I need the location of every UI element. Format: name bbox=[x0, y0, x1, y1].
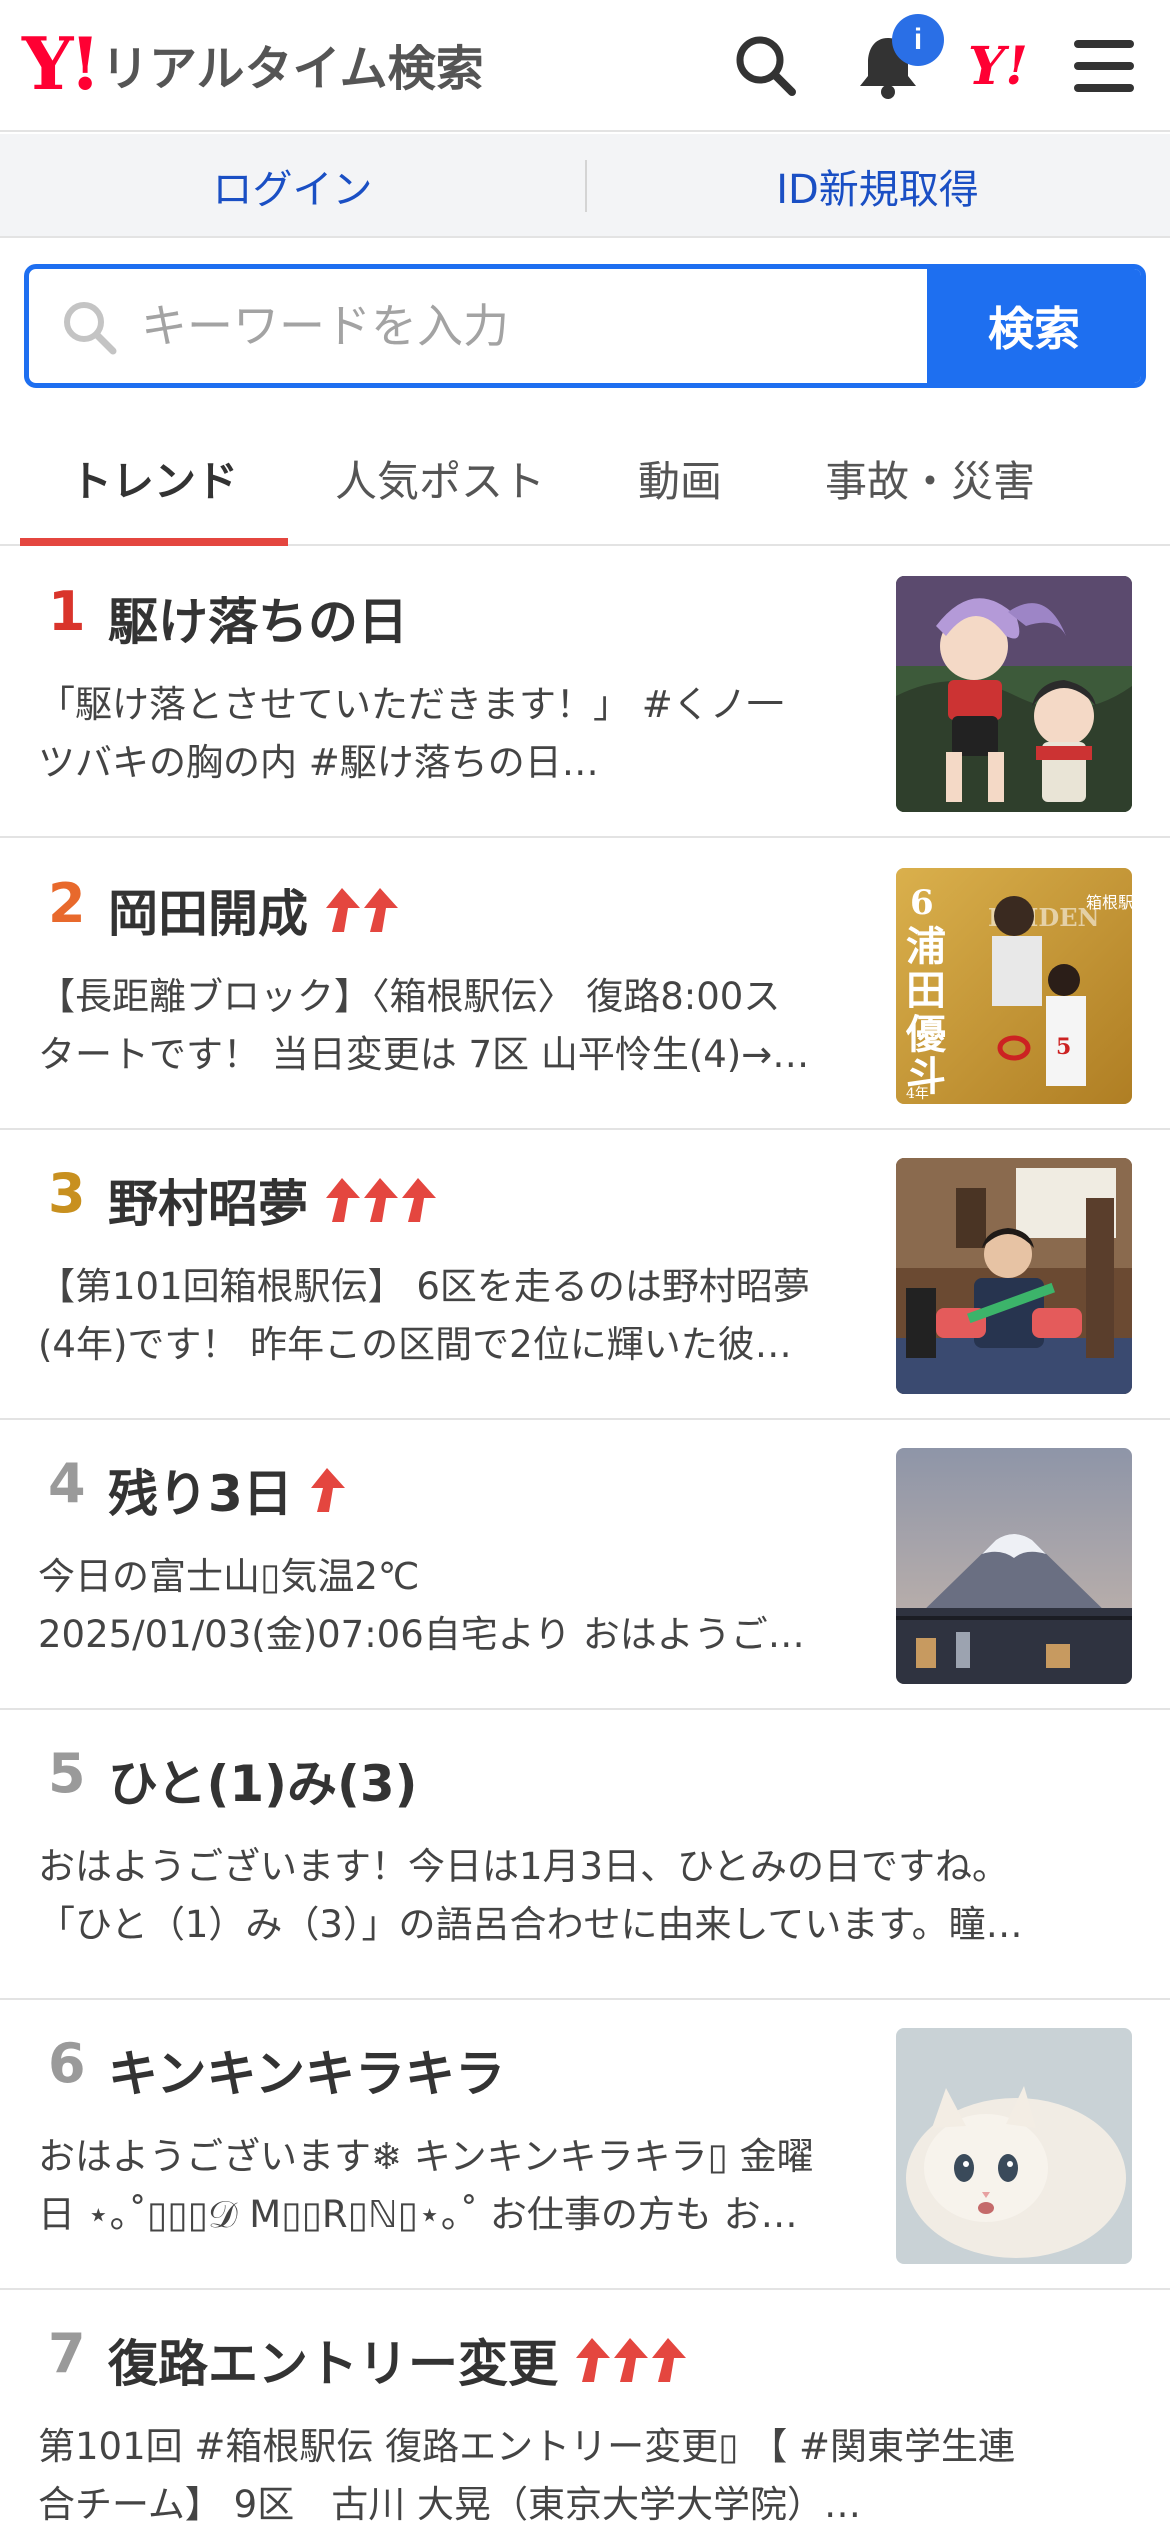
tab-video[interactable]: 動画 bbox=[580, 410, 780, 546]
trend-item[interactable]: 6 キンキンキラキラ おはようございます❄ キンキンキラキラ▯ 金曜 日 ⋆｡˚… bbox=[0, 2000, 1170, 2290]
trend-thumbnail[interactable]: 6 浦 田 優 斗 箱根駅伝 EKIDEN 5 4年 bbox=[896, 868, 1132, 1104]
up-arrow-icon bbox=[652, 2338, 686, 2382]
tab-bar: トレンド 人気ポスト 動画 事故・災害 bbox=[0, 410, 1170, 546]
svg-text:5: 5 bbox=[1056, 1034, 1071, 1060]
trend-item[interactable]: 5 ひと(1)み(3) おはようございます！今日は1月3日、ひとみの日ですね。 … bbox=[0, 1710, 1170, 2000]
up-arrow-icon bbox=[614, 2338, 648, 2382]
rising-indicator bbox=[572, 2336, 686, 2384]
rank-number: 2 bbox=[48, 872, 86, 935]
rising-indicator bbox=[322, 1176, 436, 1224]
login-link[interactable]: ログイン bbox=[0, 134, 585, 238]
trend-item[interactable]: 7 復路エントリー変更 第101回 #箱根駅伝 復路エントリー変更▯ 【 #関東… bbox=[0, 2290, 1170, 2532]
trend-description: おはようございます！今日は1月3日、ひとみの日ですね。 「ひと（1）み（3）」の… bbox=[38, 1838, 1128, 1954]
rank-number: 4 bbox=[48, 1452, 86, 1515]
up-arrow-icon bbox=[326, 1178, 360, 1222]
desc-line: 【第101回箱根駅伝】 6区を走るのは野村昭夢 bbox=[38, 1265, 810, 1308]
rank-number: 3 bbox=[48, 1162, 86, 1225]
trend-description: 第101回 #箱根駅伝 復路エントリー変更▯ 【 #関東学生連 合チーム】 9区… bbox=[38, 2418, 1128, 2534]
search-field-icon bbox=[64, 302, 117, 355]
hamburger-menu-icon[interactable] bbox=[1068, 30, 1140, 102]
trend-title-text: ひと(1)み(3) bbox=[108, 1755, 418, 1813]
trend-item[interactable]: 3 野村昭夢 【第101回箱根駅伝】 6区を走るのは野村昭夢 (4年)です！ 昨… bbox=[0, 1130, 1170, 1420]
trend-description: おはようございます❄ キンキンキラキラ▯ 金曜 日 ⋆｡˚▯▯▯𝒟 M▯▯R▯ℕ… bbox=[38, 2128, 858, 2244]
tab-accidents-disasters[interactable]: 事故・災害 bbox=[790, 410, 1070, 546]
rising-indicator bbox=[307, 1466, 345, 1514]
tab-popular-posts[interactable]: 人気ポスト bbox=[300, 410, 580, 546]
up-arrow-icon bbox=[402, 1178, 436, 1222]
search-input[interactable] bbox=[139, 269, 939, 383]
rank-number: 7 bbox=[48, 2322, 86, 2385]
desc-line: 【長距離ブロック】〈箱根駅伝〉 復路8:00ス bbox=[38, 975, 781, 1018]
trend-thumbnail[interactable] bbox=[896, 576, 1132, 812]
desc-line: 合チーム】 9区 古川 大晃（東京大学大学院）… bbox=[38, 2483, 861, 2526]
desc-line: 「ひと（1）み（3）」の語呂合わせに由来しています。瞳… bbox=[38, 1903, 1023, 1946]
poster-year: 4年 bbox=[906, 1086, 929, 1102]
poster-number: 6 bbox=[910, 883, 934, 923]
up-arrow-icon bbox=[364, 1178, 398, 1222]
yahoo-logo-mark: Y! bbox=[22, 21, 101, 106]
auth-bar: ログイン ID新規取得 bbox=[0, 134, 1170, 238]
trend-thumbnail[interactable] bbox=[896, 1158, 1132, 1394]
trend-title-text: 岡田開成 bbox=[108, 885, 308, 943]
up-arrow-icon bbox=[326, 888, 360, 932]
trend-title-text: 残り3日 bbox=[108, 1465, 293, 1523]
search-button[interactable]: 検索 bbox=[927, 269, 1141, 383]
up-arrow-icon bbox=[310, 1468, 345, 1512]
trend-title-text: 復路エントリー変更 bbox=[108, 2335, 558, 2393]
trend-item[interactable]: 1 駆け落ちの日 「駆け落とさせていただきます！」 #くノ一 ツバキの胸の内 #… bbox=[0, 548, 1170, 838]
poster-name-char: 優 bbox=[905, 1011, 947, 1058]
rank-number: 1 bbox=[48, 580, 86, 643]
desc-line: ツバキの胸の内 #駆け落ちの日… bbox=[38, 741, 599, 784]
rank-number: 6 bbox=[48, 2032, 86, 2095]
trend-title: 駆け落ちの日 bbox=[108, 582, 408, 654]
notification-badge: i bbox=[892, 14, 944, 66]
trend-thumbnail[interactable] bbox=[896, 2028, 1132, 2264]
trend-title: 残り3日 bbox=[108, 1454, 345, 1526]
up-arrow-icon bbox=[576, 2338, 610, 2382]
trend-title-text: キンキンキラキラ bbox=[108, 2045, 505, 2103]
trend-description: 【長距離ブロック】〈箱根駅伝〉 復路8:00ス タートです！ 当日変更は 7区 … bbox=[38, 968, 858, 1084]
desc-line: 2025/01/03(金)07:06自宅より おはようご… bbox=[38, 1613, 805, 1656]
trend-item[interactable]: 4 残り3日 今日の富士山▯気温2℃ 2025/01/03(金)07:06自宅よ… bbox=[0, 1420, 1170, 1710]
tab-trend[interactable]: トレンド bbox=[20, 410, 288, 546]
trend-title: 岡田開成 bbox=[108, 874, 398, 946]
desc-line: おはようございます❄ キンキンキラキラ▯ 金曜 bbox=[38, 2135, 814, 2178]
desc-line: 「駆け落とさせていただきます！」 #くノ一 bbox=[38, 683, 784, 726]
yahoo-japan-icon[interactable]: Y! bbox=[968, 36, 1028, 97]
desc-line: 今日の富士山▯気温2℃ bbox=[38, 1555, 420, 1598]
trend-title: キンキンキラキラ bbox=[108, 2034, 505, 2106]
trend-title: 野村昭夢 bbox=[108, 1164, 436, 1236]
trend-item[interactable]: 2 岡田開成 【長距離ブロック】〈箱根駅伝〉 復路8:00ス タートです！ 当日… bbox=[0, 840, 1170, 1130]
signup-link[interactable]: ID新規取得 bbox=[585, 134, 1170, 238]
trend-description: 今日の富士山▯気温2℃ 2025/01/03(金)07:06自宅より おはようご… bbox=[38, 1548, 858, 1664]
up-arrow-icon bbox=[364, 888, 398, 932]
trend-thumbnail[interactable] bbox=[896, 1448, 1132, 1684]
trend-title-text: 駆け落ちの日 bbox=[108, 593, 408, 651]
trend-description: 「駆け落とさせていただきます！」 #くノ一 ツバキの胸の内 #駆け落ちの日… bbox=[38, 676, 858, 792]
rank-number: 5 bbox=[48, 1742, 86, 1805]
app-header: Y! リアルタイム検索 i Y! bbox=[0, 0, 1170, 132]
trend-title: ひと(1)み(3) bbox=[108, 1744, 418, 1816]
search-box: 検索 bbox=[24, 264, 1146, 388]
rising-indicator bbox=[322, 886, 398, 934]
logo-text: リアルタイム検索 bbox=[101, 41, 484, 97]
poster-name-char: 田 bbox=[906, 967, 946, 1014]
desc-line: 日 ⋆｡˚▯▯▯𝒟 M▯▯R▯ℕ▯⋆｡˚ お仕事の方も お… bbox=[38, 2193, 798, 2236]
trend-title-text: 野村昭夢 bbox=[108, 1175, 308, 1233]
desc-line: おはようございます！今日は1月3日、ひとみの日ですね。 bbox=[38, 1845, 1009, 1888]
desc-line: 第101回 #箱根駅伝 復路エントリー変更▯ 【 #関東学生連 bbox=[38, 2425, 1016, 2468]
active-tab-indicator bbox=[20, 538, 288, 546]
trend-title: 復路エントリー変更 bbox=[108, 2324, 686, 2396]
desc-line: (4年)です！ 昨年この区間で2位に輝いた彼… bbox=[38, 1323, 792, 1366]
trend-description: 【第101回箱根駅伝】 6区を走るのは野村昭夢 (4年)です！ 昨年この区間で2… bbox=[38, 1258, 858, 1374]
desc-line: タートです！ 当日変更は 7区 山平怜生(4)→… bbox=[38, 1033, 810, 1076]
poster-name-char: 浦 bbox=[906, 923, 946, 970]
yahoo-realtime-logo[interactable]: Y! リアルタイム検索 bbox=[22, 28, 484, 100]
search-icon[interactable] bbox=[730, 30, 802, 102]
